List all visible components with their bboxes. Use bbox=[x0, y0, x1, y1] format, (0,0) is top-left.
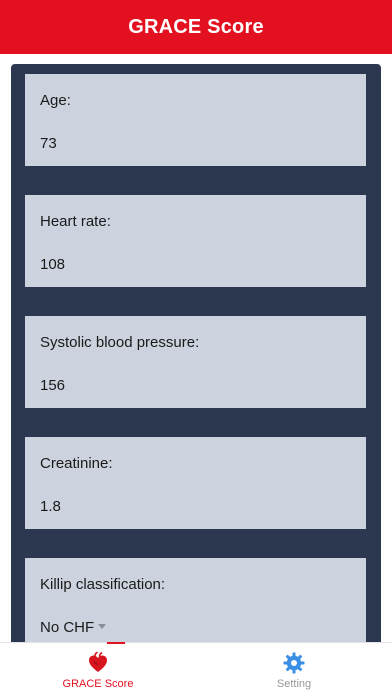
tab-bar: GRACE Score Setting bbox=[0, 642, 392, 696]
age-value[interactable]: 73 bbox=[40, 135, 57, 153]
heart-rate-value[interactable]: 108 bbox=[40, 256, 65, 274]
active-tab-indicator bbox=[107, 642, 125, 644]
tab-setting-label: Setting bbox=[276, 678, 312, 690]
heart-rate-field[interactable]: Heart rate: 108 bbox=[25, 195, 366, 287]
systolic-bp-label: Systolic blood pressure: bbox=[40, 334, 200, 351]
app-header: GRACE Score bbox=[0, 0, 392, 54]
dropdown-caret-icon bbox=[98, 624, 107, 629]
heart-icon bbox=[89, 651, 107, 672]
heart-rate-label: Heart rate: bbox=[40, 213, 111, 230]
age-label: Age: bbox=[40, 92, 71, 109]
systolic-bp-field[interactable]: Systolic blood pressure: 156 bbox=[25, 316, 366, 408]
creatinine-field[interactable]: Creatinine: 1.8 bbox=[25, 437, 366, 529]
creatinine-value[interactable]: 1.8 bbox=[40, 498, 61, 516]
killip-label: Killip classification: bbox=[40, 576, 166, 593]
systolic-bp-value[interactable]: 156 bbox=[40, 377, 65, 395]
form-panel: Age: 73 Heart rate: 108 Systolic blood p… bbox=[11, 64, 381, 664]
app-screen: GRACE Score Age: 73 Heart rate: 108 Syst… bbox=[0, 0, 392, 696]
page-title: GRACE Score bbox=[128, 15, 264, 38]
tab-grace-score[interactable]: GRACE Score bbox=[0, 642, 196, 696]
creatinine-label: Creatinine: bbox=[40, 455, 113, 472]
killip-selected-value: No CHF bbox=[40, 619, 95, 636]
gear-icon bbox=[283, 652, 305, 674]
killip-select[interactable]: No CHF bbox=[40, 619, 107, 637]
tab-grace-score-label: GRACE Score bbox=[62, 678, 134, 690]
age-field[interactable]: Age: 73 bbox=[25, 74, 366, 166]
tab-setting[interactable]: Setting bbox=[196, 643, 392, 696]
